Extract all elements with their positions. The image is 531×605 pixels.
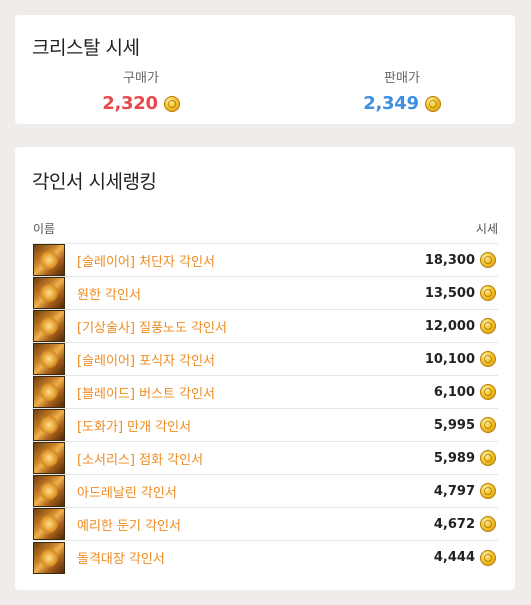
ranking-row[interactable]: [블레이드] 버스트 각인서 6,100 <box>33 376 498 409</box>
item-name-link[interactable]: 아드레날린 각인서 <box>77 482 434 501</box>
gold-coin-icon <box>480 516 496 532</box>
sell-price-group: 판매가 2,349 <box>337 67 467 114</box>
item-name-link[interactable]: [슬레이어] 처단자 각인서 <box>77 251 425 270</box>
gold-coin-icon <box>480 285 496 301</box>
gold-coin-icon <box>480 384 496 400</box>
ranking-table-header: 이름 시세 <box>33 213 498 244</box>
buy-price-group: 구매가 2,320 <box>76 67 206 114</box>
item-price: 6,100 <box>433 384 475 400</box>
engraving-book-icon <box>33 310 65 342</box>
ranking-table: 이름 시세 [슬레이어] 처단자 각인서 18,300 원한 각인서 13,500 [기… <box>33 213 498 574</box>
item-name-link[interactable]: [도화가] 만개 각인서 <box>77 416 434 435</box>
engraving-book-icon <box>33 508 65 540</box>
item-price: 12,000 <box>424 318 475 334</box>
engraving-book-icon <box>33 343 65 375</box>
item-name-link[interactable]: 예리한 둔기 각인서 <box>77 515 434 534</box>
column-header-name: 이름 <box>33 221 56 236</box>
gold-coin-icon <box>480 351 496 367</box>
item-name-link[interactable]: 원한 각인서 <box>77 284 425 303</box>
item-name-link[interactable]: [슬레이어] 포식자 각인서 <box>77 350 425 369</box>
ranking-row[interactable]: [슬레이어] 포식자 각인서 10,100 <box>33 343 498 376</box>
item-price: 13,500 <box>424 285 475 301</box>
item-price: 4,672 <box>433 516 475 532</box>
gold-coin-icon <box>480 252 496 268</box>
buy-price-label: 구매가 <box>123 71 159 86</box>
item-name-link[interactable]: [기상술사] 질풍노도 각인서 <box>77 317 425 336</box>
engraving-book-icon <box>33 376 65 408</box>
item-price: 4,797 <box>433 483 475 499</box>
ranking-row[interactable]: [기상술사] 질풍노도 각인서 12,000 <box>33 310 498 343</box>
ranking-list: [슬레이어] 처단자 각인서 18,300 원한 각인서 13,500 [기상술사] 질… <box>33 244 498 574</box>
engraving-book-icon <box>33 541 65 574</box>
gold-coin-icon <box>480 417 496 433</box>
ranking-row[interactable]: 돌격대장 각인서 4,444 <box>33 541 498 574</box>
gold-coin-icon <box>163 95 180 112</box>
engraving-book-icon <box>33 277 65 309</box>
ranking-row[interactable]: [소서리스] 점화 각인서 5,989 <box>33 442 498 475</box>
gold-coin-icon <box>480 318 496 334</box>
gold-coin-icon <box>480 450 496 466</box>
ranking-row[interactable]: 아드레날린 각인서 4,797 <box>33 475 498 508</box>
gold-coin-icon <box>480 549 496 566</box>
engraving-book-icon <box>33 442 65 474</box>
item-name-link[interactable]: [소서리스] 점화 각인서 <box>77 449 434 468</box>
ranking-row[interactable]: [도화가] 만개 각인서 5,995 <box>33 409 498 442</box>
engraving-book-icon <box>33 244 65 276</box>
ranking-row[interactable]: [슬레이어] 처단자 각인서 18,300 <box>33 244 498 277</box>
gold-coin-icon <box>424 95 441 112</box>
item-name-link[interactable]: [블레이드] 버스트 각인서 <box>77 383 434 402</box>
item-price: 18,300 <box>424 252 475 268</box>
engraving-ranking-title: 각인서 시세랭킹 <box>32 171 157 193</box>
ranking-row[interactable]: 예리한 둔기 각인서 4,672 <box>33 508 498 541</box>
engraving-book-icon <box>33 409 65 441</box>
engraving-ranking-card: 각인서 시세랭킹 이름 시세 [슬레이어] 처단자 각인서 18,300 원한 각인… <box>15 147 515 590</box>
column-header-price: 시세 <box>475 221 498 236</box>
item-price: 5,989 <box>433 450 475 466</box>
ranking-row[interactable]: 원한 각인서 13,500 <box>33 277 498 310</box>
engraving-book-icon <box>33 475 65 507</box>
gold-coin-icon <box>480 483 496 499</box>
sell-price-value: 2,349 <box>363 93 419 114</box>
item-name-link[interactable]: 돌격대장 각인서 <box>77 548 434 567</box>
crystal-price-title: 크리스탈 시세 <box>32 37 140 59</box>
buy-price-value: 2,320 <box>102 93 158 114</box>
sell-price-label: 판매가 <box>384 71 420 86</box>
item-price: 5,995 <box>433 417 475 433</box>
item-price: 4,444 <box>433 550 475 565</box>
crystal-price-card: 크리스탈 시세 구매가 2,320 판매가 2,349 <box>15 15 515 124</box>
item-price: 10,100 <box>424 351 475 367</box>
